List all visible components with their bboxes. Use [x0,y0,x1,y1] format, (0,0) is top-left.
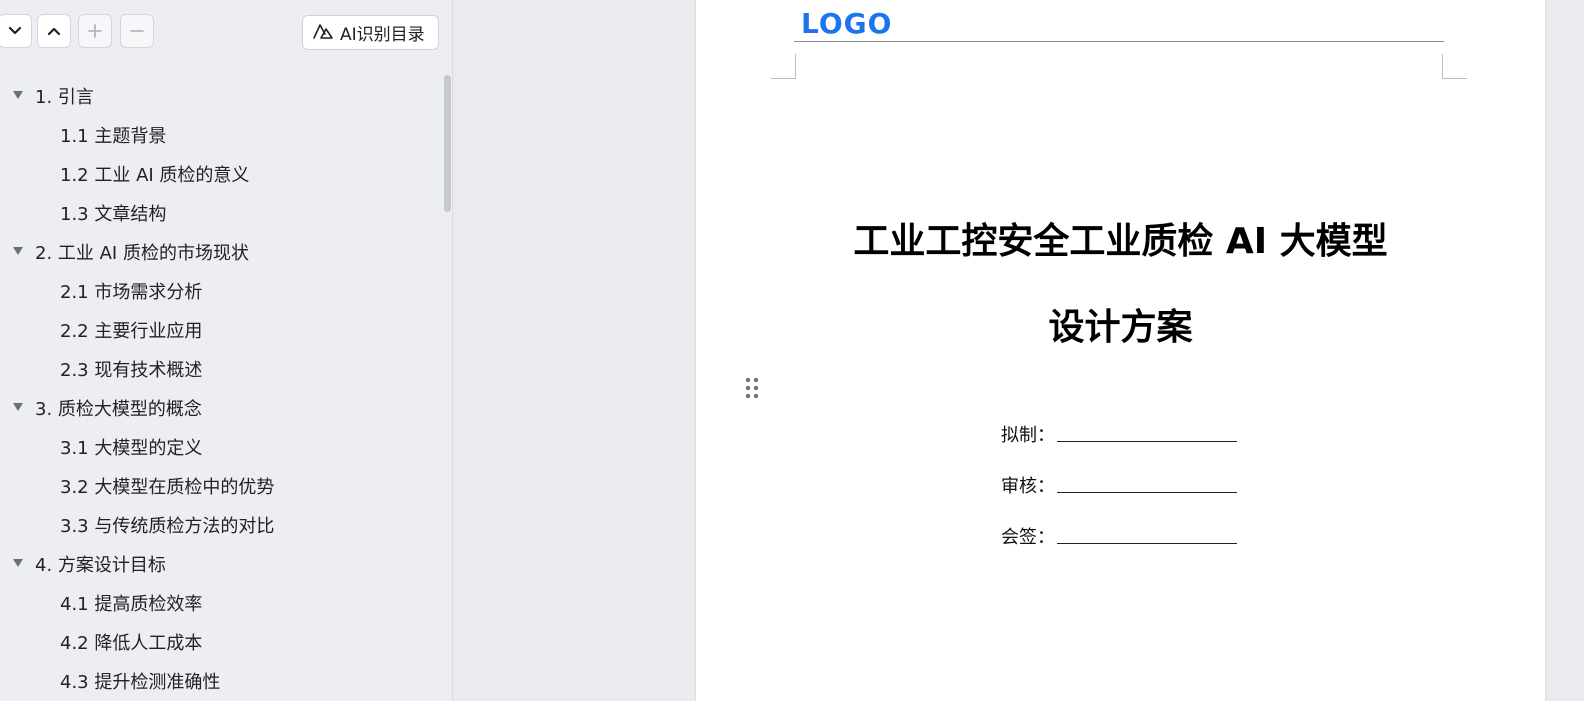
signature-label: 拟制： [1001,425,1055,446]
outline-item-label: 4.2 降低人工成本 [60,632,203,654]
outline-toolbar: AI识别目录 [0,0,452,64]
outline-item-label: 1.3 文章结构 [60,203,167,225]
expand-all-button[interactable] [37,14,71,48]
outline-item-label: 3.3 与传统质检方法的对比 [60,515,275,537]
margin-mark-right [1442,54,1467,79]
outline-item[interactable]: 4.2 降低人工成本 [0,622,440,661]
document-page[interactable]: LOGO 工业工控安全工业质检 AI 大模型 设计方案 拟制： 审核： 会签： [695,0,1546,701]
block-drag-handle-icon[interactable] [745,377,759,399]
collapse-all-button[interactable] [0,14,32,48]
outline-item[interactable]: 2. 工业 AI 质检的市场现状 [0,232,440,271]
document-title-line2: 设计方案 [1048,307,1193,348]
outline-item[interactable]: 3.3 与传统质检方法的对比 [0,505,440,544]
add-heading-button[interactable] [78,14,112,48]
chevron-up-icon [47,26,61,36]
signature-row-countersign: 会签： [1001,522,1261,550]
signature-label: 会签： [1001,527,1055,548]
outline-item-label: 1. 引言 [35,86,94,108]
ai-button-label: AI识别目录 [340,25,425,45]
outline-item[interactable]: 2.3 现有技术概述 [0,349,440,388]
outline-item[interactable]: 2.1 市场需求分析 [0,271,440,310]
chevron-down-icon [8,26,22,36]
header-divider [794,41,1444,42]
plus-icon [87,23,103,39]
caret-down-icon[interactable] [13,559,23,567]
outline-sidebar: AI识别目录 1. 引言 1.1 主题背景 1.2 工业 AI 质检的意义 1.3 文… [0,0,453,701]
header-logo: LOGO [801,7,893,40]
caret-down-icon[interactable] [13,247,23,255]
outline-item-label: 4. 方案设计目标 [35,554,166,576]
outline-item-label: 1.2 工业 AI 质检的意义 [60,164,250,186]
outline-scrollbar-thumb[interactable] [444,75,451,212]
outline-item[interactable]: 4.3 提升检测准确性 [0,661,440,700]
outline-item[interactable]: 4. 方案设计目标 [0,544,440,583]
outline-item[interactable]: 4.1 提高质检效率 [0,583,440,622]
outline-item-label: 2.1 市场需求分析 [60,281,203,303]
outline-item[interactable]: 1. 引言 [0,76,440,115]
outline-item[interactable]: 3.2 大模型在质检中的优势 [0,466,440,505]
outline-item-label: 2.3 现有技术概述 [60,359,203,381]
signature-line [1057,491,1237,493]
minus-icon [129,23,145,39]
outline-item-label: 2. 工业 AI 质检的市场现状 [35,242,249,264]
outline-item[interactable]: 2.2 主要行业应用 [0,310,440,349]
outline-item-label: 4.1 提高质检效率 [60,593,203,615]
caret-down-icon[interactable] [13,91,23,99]
ai-icon [312,22,334,44]
document-title-line1: 工业工控安全工业质检 AI 大模型 [853,221,1388,262]
signature-line [1057,542,1237,544]
outline-item-label: 1.1 主题背景 [60,125,167,147]
signature-row-reviewer: 审核： [1001,471,1261,499]
outline-item-label: 4.3 提升检测准确性 [60,671,221,693]
caret-down-icon[interactable] [13,403,23,411]
signature-label: 审核： [1001,476,1055,497]
remove-heading-button[interactable] [120,14,154,48]
outline-item[interactable]: 1.1 主题背景 [0,115,440,154]
outline-item[interactable]: 1.3 文章结构 [0,193,440,232]
outline-item-label: 3.1 大模型的定义 [60,437,203,459]
outline-tree: 1. 引言 1.1 主题背景 1.2 工业 AI 质检的意义 1.3 文章结构 2. 工… [0,76,440,700]
outline-item-label: 2.2 主要行业应用 [60,320,203,342]
outline-item-label: 3. 质检大模型的概念 [35,398,202,420]
outline-item[interactable]: 3. 质检大模型的概念 [0,388,440,427]
outline-item[interactable]: 3.1 大模型的定义 [0,427,440,466]
signature-line [1057,440,1237,442]
signature-row-drafter: 拟制： [1001,420,1261,448]
outline-item[interactable]: 1.2 工业 AI 质检的意义 [0,154,440,193]
outline-item-label: 3.2 大模型在质检中的优势 [60,476,275,498]
document-canvas: LOGO 工业工控安全工业质检 AI 大模型 设计方案 拟制： 审核： 会签： [453,0,1584,701]
ai-recognize-toc-button[interactable]: AI识别目录 [302,15,439,50]
margin-mark-left [771,54,796,79]
